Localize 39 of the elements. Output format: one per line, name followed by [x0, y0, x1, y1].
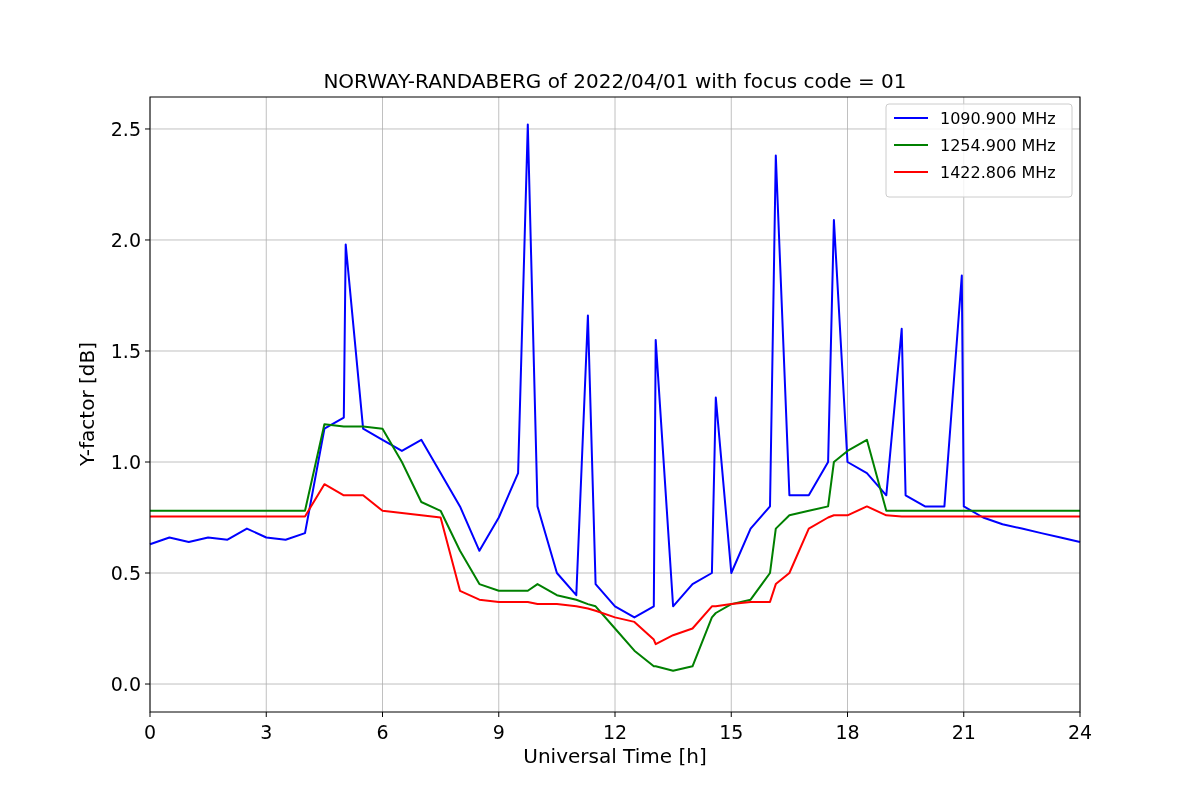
y-tick-label: 0.0 — [110, 673, 141, 696]
y-axis-label: Y-factor [dB] — [75, 342, 99, 466]
tick-mark — [144, 461, 151, 463]
tick-mark — [963, 711, 965, 718]
x-axis-label: Universal Time [h] — [523, 744, 707, 768]
tick-mark — [144, 683, 151, 685]
legend-line-sample — [893, 144, 929, 146]
tick-mark — [144, 572, 151, 574]
x-tick-label: 3 — [260, 721, 273, 743]
tick-mark — [144, 239, 151, 241]
tick-mark — [144, 350, 151, 352]
tick-mark — [149, 711, 151, 718]
chart-title: NORWAY-RANDABERG of 2022/04/01 with focus code = 01 — [323, 69, 907, 93]
tick-mark — [382, 711, 383, 718]
x-tick-label: 21 — [951, 721, 976, 743]
y-tick-label: 2.5 — [110, 117, 141, 140]
x-tick-label: 18 — [835, 721, 860, 743]
x-tick-label: 12 — [602, 721, 628, 743]
y-tick-label: 0.5 — [110, 562, 141, 584]
tick-mark — [730, 711, 732, 718]
legend-label: 1422.806 MHz — [940, 163, 1056, 182]
legend-label: 1254.900 MHz — [940, 136, 1056, 155]
y-tick-label: 1.5 — [110, 340, 141, 362]
tick-mark — [847, 711, 848, 718]
x-tick-label: 15 — [719, 721, 744, 743]
x-tick-label: 9 — [492, 721, 505, 743]
tick-mark — [265, 711, 267, 718]
y-tick-label: 2.0 — [110, 229, 141, 251]
tick-mark — [144, 128, 151, 130]
x-tick-label: 6 — [376, 721, 389, 743]
y-tick-label: 1.0 — [110, 451, 141, 473]
tick-mark — [614, 711, 616, 718]
x-tick-label: 24 — [1067, 721, 1093, 743]
legend-line-sample — [893, 117, 929, 119]
legend-line-sample — [893, 171, 929, 173]
x-tick-label: 0 — [143, 721, 157, 743]
tick-mark — [1079, 711, 1081, 718]
tick-mark — [498, 711, 500, 718]
legend-label: 1090.900 MHz — [940, 109, 1056, 128]
